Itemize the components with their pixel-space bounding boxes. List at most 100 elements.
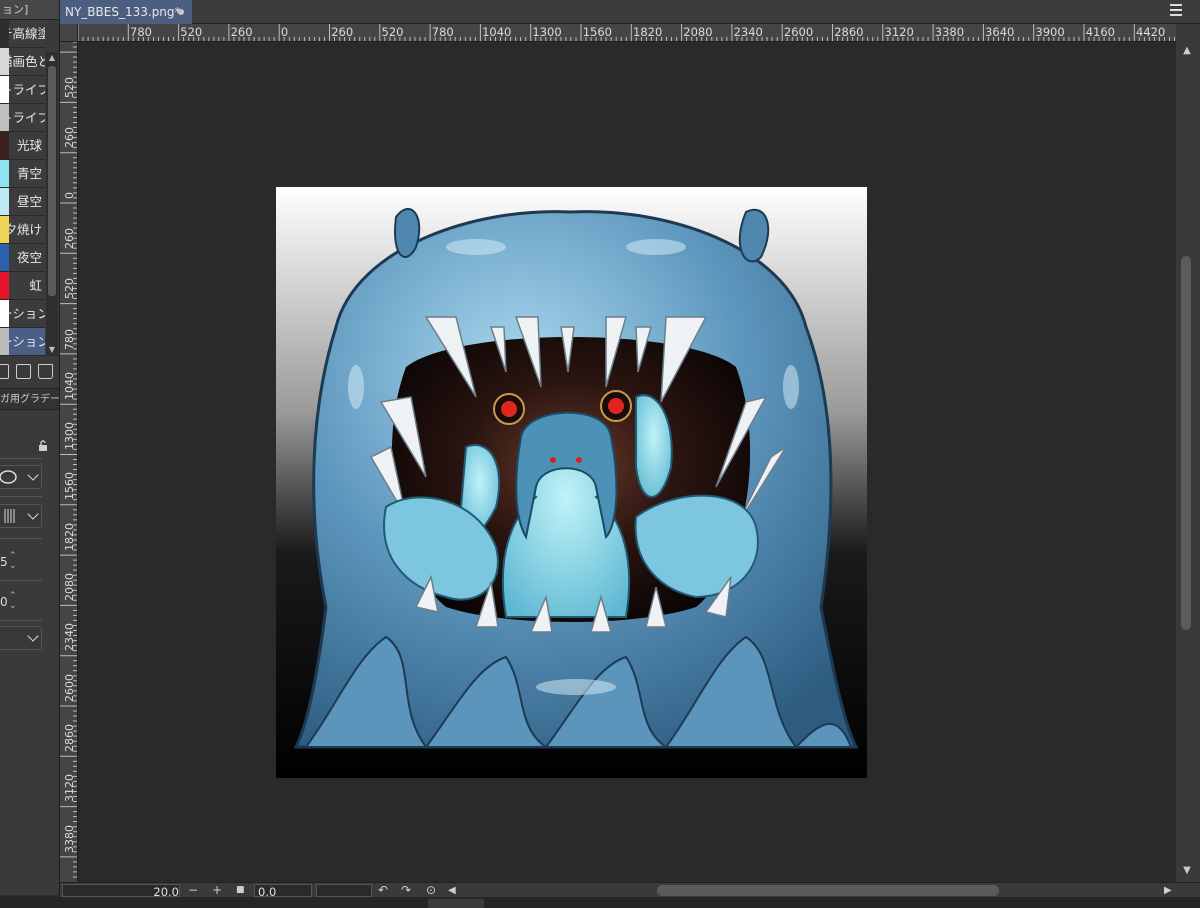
gradient-item[interactable]: 虹	[0, 272, 45, 300]
divider	[0, 538, 42, 539]
scroll-down-icon[interactable]: ▼	[46, 344, 58, 356]
spinner-arrows-icon[interactable]: ⌃ ⌄	[9, 591, 17, 611]
panel-title: ョン]	[0, 0, 59, 20]
divider	[0, 458, 42, 459]
tab-document[interactable]: NY_BBES_133.png*	[60, 0, 192, 24]
horizontal-ruler[interactable]: 780 520 260 0 260 520 780 1040 1300 1560 1820 2080 2…	[78, 24, 1176, 42]
gradient-label: 青空	[16, 166, 42, 181]
ruler-corner	[60, 24, 78, 42]
divider	[0, 580, 42, 581]
spinner-value: 0	[0, 595, 8, 609]
gradient-item[interactable]: 描画色と背景色	[0, 48, 45, 76]
gradient-swatch	[0, 48, 9, 75]
vertical-ruler[interactable]: 520 260 0 260 520 780 1040 1300 1560 1820 2080 2340…	[60, 42, 78, 882]
chevron-down-icon	[27, 630, 39, 642]
gradient-item[interactable]: ーション	[0, 300, 45, 328]
scroll-right-icon[interactable]: ▶	[1164, 883, 1172, 898]
scrollbar-thumb[interactable]	[48, 66, 56, 296]
fit-icon[interactable]: ■	[236, 883, 245, 898]
ruler-label: 2340	[733, 25, 763, 39]
trash-icon[interactable]	[38, 364, 53, 379]
angle-field[interactable]: 0.0	[254, 884, 312, 899]
gradient-swatch	[0, 328, 9, 355]
gradient-swatch	[0, 300, 9, 327]
gradient-item[interactable]: 夕焼け	[0, 216, 45, 244]
shape-dropdown[interactable]	[0, 465, 42, 489]
scroll-left-icon[interactable]: ◀	[448, 883, 456, 898]
tab-label: NY_BBES_133.png*	[65, 5, 181, 19]
ruler-label: 1560	[63, 472, 76, 501]
rotate-left-icon[interactable]: ↶	[378, 883, 388, 898]
divider	[0, 496, 42, 497]
blend-mode-dropdown[interactable]	[0, 626, 42, 650]
lock-icon[interactable]	[37, 440, 49, 452]
panel-scrollbar[interactable]: ▲ ▼	[46, 52, 58, 356]
scrollbar-thumb[interactable]	[1181, 256, 1191, 630]
gradient-name-header: ガ用グラデー	[0, 388, 59, 410]
ruler-label: 260	[230, 25, 253, 39]
ruler-label: 1820	[63, 522, 76, 551]
gradient-item[interactable]: トライブ	[0, 104, 45, 132]
ruler-label: 3380	[63, 824, 76, 853]
divider	[0, 620, 42, 621]
gradient-swatch	[0, 216, 9, 243]
ruler-label: 1560	[582, 25, 612, 39]
ruler-label: 3120	[884, 25, 914, 39]
gradient-swatch	[0, 244, 9, 271]
angle-spinner[interactable]: 0 ⌃ ⌄	[0, 590, 20, 614]
gradient-item[interactable]: 青空	[0, 160, 45, 188]
rotate-right-icon[interactable]: ↷	[401, 883, 411, 898]
repeat-dropdown[interactable]	[0, 504, 42, 528]
spinner-arrows-icon[interactable]: ⌃ ⌄	[9, 551, 17, 571]
gradient-item[interactable]: 夜空	[0, 244, 45, 272]
scroll-up-icon[interactable]: ▲	[46, 52, 58, 64]
reset-rotation-icon[interactable]: ⊙	[426, 883, 436, 898]
ruler-label: 780	[130, 25, 152, 39]
artwork-image	[276, 187, 867, 778]
ruler-label: 2340	[63, 623, 76, 652]
ruler-label: 1040	[482, 25, 512, 39]
gradient-label: 夜空	[16, 250, 42, 265]
ruler-label: 0	[280, 25, 289, 39]
zoom-in-button[interactable]: +	[212, 883, 222, 898]
gradient-item[interactable]: テ高線塗り	[0, 20, 45, 48]
duplicate-icon[interactable]	[16, 364, 31, 379]
opacity-spinner[interactable]: 5 ⌃ ⌄	[0, 550, 20, 574]
ruler-label: 520	[381, 25, 404, 39]
add-icon[interactable]	[0, 364, 9, 379]
status-segment	[428, 899, 484, 908]
ruler-label: 780	[431, 25, 454, 39]
chevron-down-icon	[27, 469, 39, 481]
ruler-label: 3120	[63, 774, 76, 803]
gradient-swatch	[0, 104, 9, 131]
gradient-set-panel: ョン] テ高線塗り 描画色と背景色 トライブ トライブ 光球 青空 昼空 夕焼け…	[0, 0, 60, 895]
ruler-label: 260	[331, 25, 354, 39]
ruler-label: 520	[63, 77, 76, 98]
ruler-label: 3640	[985, 25, 1015, 39]
gradient-item[interactable]: 昼空	[0, 188, 45, 216]
ruler-label: 4420	[1136, 25, 1166, 39]
gradient-item[interactable]: 光球	[0, 132, 45, 160]
vertical-scrollbar[interactable]: ▲ ▼	[1176, 24, 1200, 882]
gradient-item-selected[interactable]: ーション	[0, 328, 45, 356]
ruler-label: 1300	[532, 25, 562, 39]
gradient-item[interactable]: トライブ	[0, 76, 45, 104]
ruler-label: 2860	[63, 723, 76, 752]
ruler-label: 780	[63, 328, 76, 350]
scroll-down-icon[interactable]: ▼	[1180, 864, 1194, 878]
ruler-ticks	[60, 42, 77, 878]
horizontal-scrollbar-thumb[interactable]	[657, 885, 999, 896]
ruler-label: 260	[63, 127, 76, 149]
canvas-navigation-bar: 20.0 − + ■ 0.0 ↶ ↷ ⊙ ◀ ▶	[60, 882, 1200, 899]
gradient-label: 夕焼け	[4, 222, 42, 237]
menu-icon[interactable]	[1170, 4, 1182, 16]
zoom-field[interactable]: 20.0	[62, 884, 180, 899]
zoom-out-button[interactable]: −	[188, 883, 198, 898]
gradient-swatch	[0, 132, 9, 159]
ruler-label: 2080	[683, 25, 713, 39]
ruler-label: 3380	[934, 25, 965, 39]
rotate-slider[interactable]	[316, 884, 372, 897]
unsaved-dot-icon[interactable]	[178, 9, 184, 15]
canvas-area[interactable]	[79, 43, 1176, 882]
scroll-up-icon[interactable]: ▲	[1180, 44, 1194, 58]
